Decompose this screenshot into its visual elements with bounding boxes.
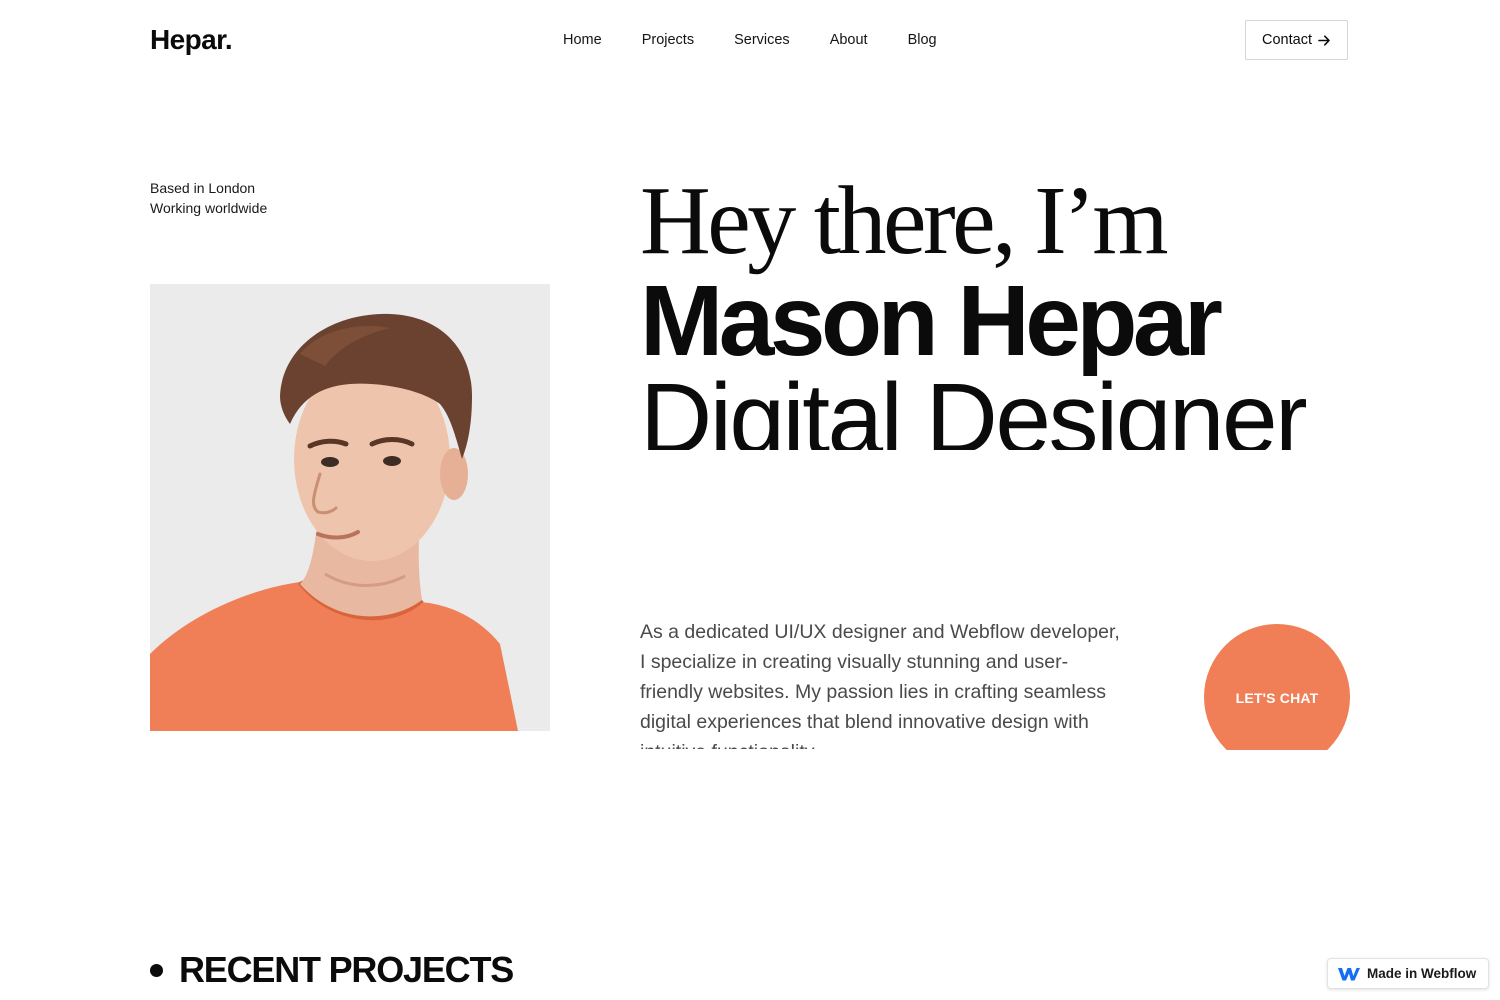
location-info: Based in London Working worldwide <box>150 178 267 218</box>
webflow-logo-icon <box>1338 967 1360 980</box>
main-nav: Home Projects Services About Blog <box>563 31 977 49</box>
nav-item-about[interactable]: About <box>830 31 868 49</box>
bio-clip: As a dedicated UI/UX designer and Webflo… <box>640 617 1120 749</box>
made-in-webflow-badge[interactable]: Made in Webflow <box>1327 958 1489 989</box>
nav-item-blog[interactable]: Blog <box>908 31 937 49</box>
nav-item-home[interactable]: Home <box>563 31 602 49</box>
recent-projects-title: RECENT PROJECTS <box>179 949 514 990</box>
hero-greeting: Hey there, I’m <box>640 167 1169 275</box>
contact-button-label: Contact <box>1262 32 1312 48</box>
lets-chat-label: LET'S CHAT <box>1235 690 1319 706</box>
arrow-right-icon <box>1318 34 1330 46</box>
contact-button[interactable]: Contact <box>1245 20 1348 60</box>
portrait-photo <box>150 284 550 731</box>
nav-item-services[interactable]: Services <box>734 31 790 49</box>
hero-role: Digital Designer <box>640 364 1306 450</box>
hero-role-clip: Digital Designer <box>640 364 1306 450</box>
location-line-worldwide: Working worldwide <box>150 200 268 216</box>
bullet-dot-icon <box>150 963 163 977</box>
page: Hepar. Home Projects Services About Blog… <box>0 0 1500 1000</box>
site-logo[interactable]: Hepar. <box>150 24 233 56</box>
hero-name: Mason Hepar <box>640 265 1223 377</box>
recent-projects-heading: RECENT PROJECTS <box>150 948 514 992</box>
location-line-city: Based in London <box>150 180 256 196</box>
lets-chat-button[interactable]: LET'S CHAT <box>1204 624 1350 750</box>
bio-text: As a dedicated UI/UX designer and Webflo… <box>640 621 1120 749</box>
badge-label: Made in Webflow <box>1367 966 1477 981</box>
chat-button-clip: LET'S CHAT <box>1200 620 1360 750</box>
nav-item-projects[interactable]: Projects <box>642 31 694 49</box>
